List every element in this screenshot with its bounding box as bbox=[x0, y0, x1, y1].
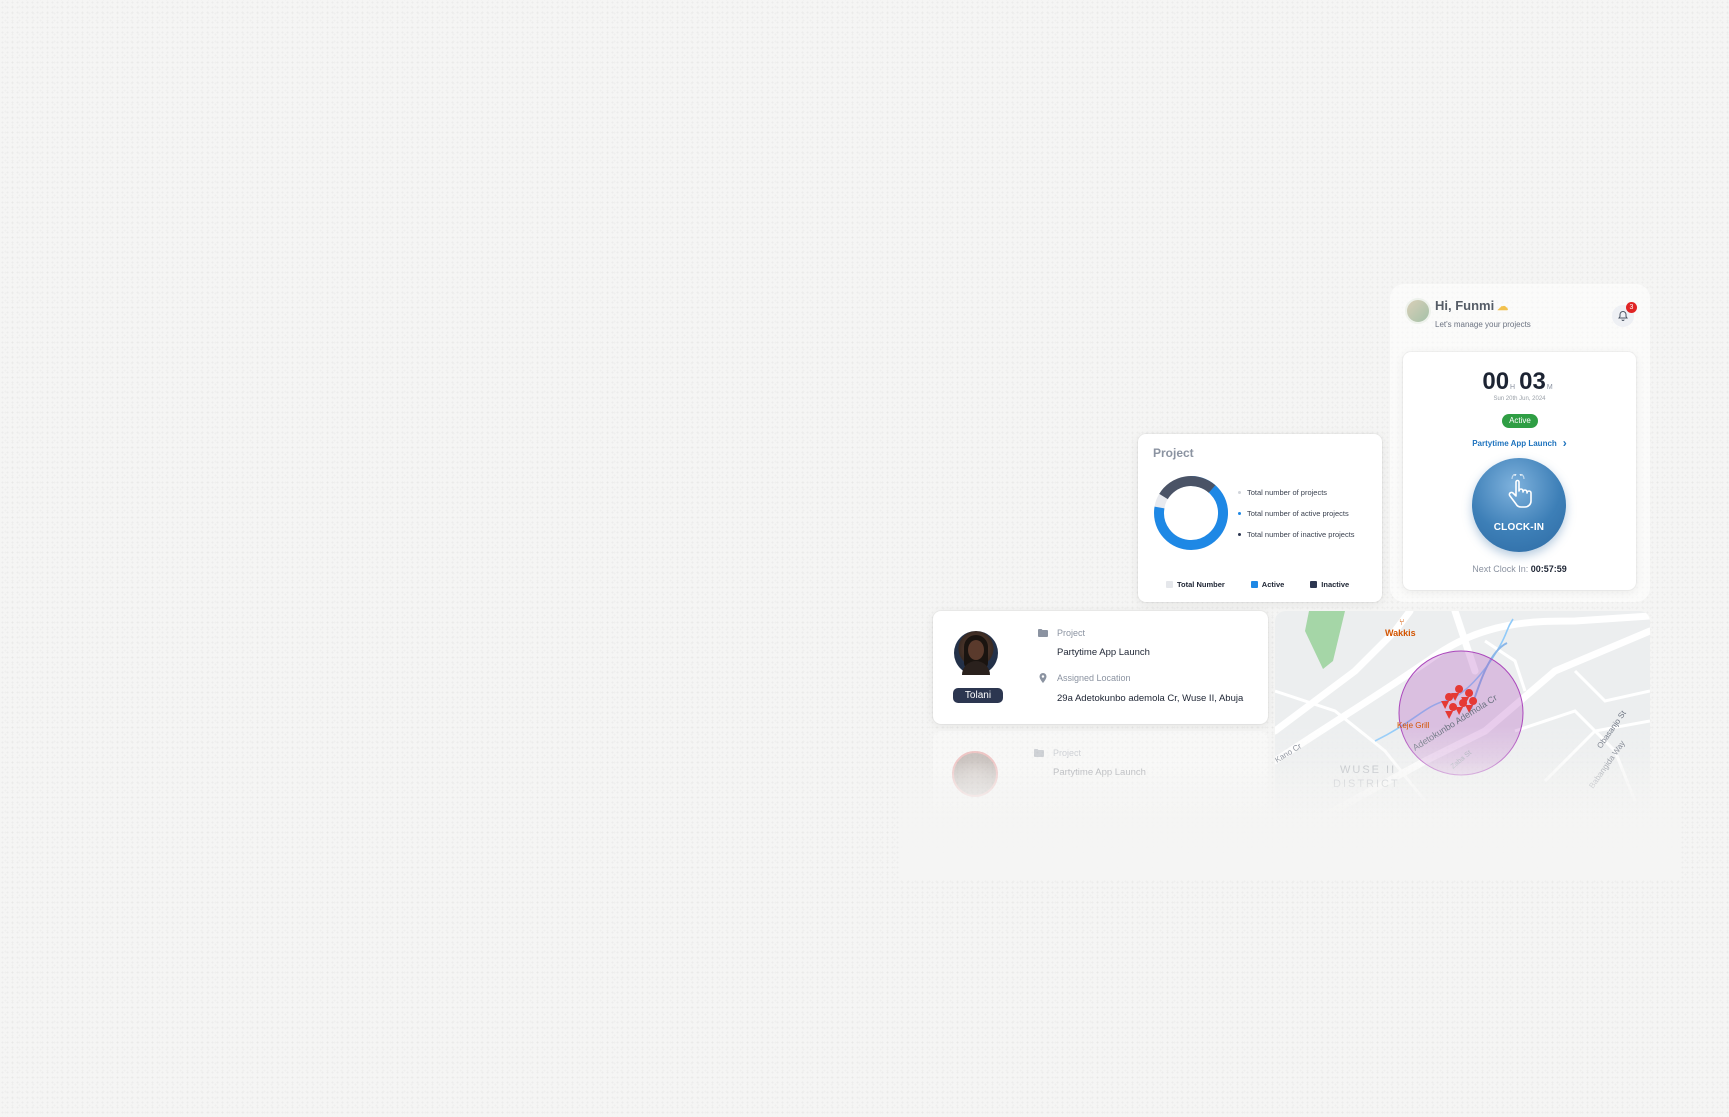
donut-inactive-segment bbox=[1159, 476, 1216, 500]
timer-hours: 00 bbox=[1482, 368, 1510, 395]
greeting-text: Hi, Funmi bbox=[1435, 298, 1495, 313]
employee-card[interactable]: Project Partytime App Launch bbox=[933, 731, 1268, 831]
greeting-title: Hi, Funmi ☁ bbox=[1435, 298, 1508, 313]
legend-active: Active bbox=[1250, 580, 1285, 589]
status-badge: Active bbox=[1502, 414, 1538, 428]
location-value: 29a Adetokunbo ademola Cr, Wuse II, Abuj… bbox=[1057, 693, 1244, 704]
folder-icon bbox=[1034, 749, 1044, 757]
greeting-subtitle: Let's manage your projects bbox=[1435, 320, 1531, 329]
location-pin-icon bbox=[1039, 673, 1047, 683]
project-link[interactable]: Partytime App Launch › bbox=[1403, 436, 1636, 450]
metric-dot bbox=[1238, 533, 1241, 536]
timer-hours-unit: H bbox=[1510, 384, 1516, 391]
legend-label: Active bbox=[1261, 580, 1285, 589]
metric-label: Total number of inactive projects bbox=[1247, 530, 1355, 539]
location-map[interactable]: Wakkis ⑂ Keje Grill Adetokunbo Ademola C… bbox=[1275, 611, 1650, 821]
legend-label: Total Number bbox=[1177, 580, 1225, 589]
metric-dot bbox=[1238, 512, 1241, 515]
timer-display: 00H 03M bbox=[1403, 368, 1636, 396]
sun-icon: ☁ bbox=[1497, 301, 1509, 313]
user-avatar[interactable] bbox=[1405, 298, 1431, 324]
chevron-right-icon: › bbox=[1562, 436, 1567, 450]
legend-swatch bbox=[1166, 581, 1173, 588]
project-metrics-list: Total number of projects Total number of… bbox=[1238, 482, 1355, 545]
clock-date: Sun 20th Jun, 2024 bbox=[1493, 396, 1546, 402]
chart-legend: Total Number Active Inactive bbox=[1166, 580, 1349, 589]
map-label-district: WUSE II bbox=[1340, 764, 1396, 776]
next-clock-time: 00:57:59 bbox=[1530, 564, 1567, 574]
employee-avatar bbox=[954, 631, 998, 675]
metric-active: Total number of active projects bbox=[1238, 503, 1355, 524]
clock-in-button[interactable]: CLOCK-IN bbox=[1472, 458, 1566, 552]
legend-label: Inactive bbox=[1321, 580, 1350, 589]
metric-inactive: Total number of inactive projects bbox=[1238, 524, 1355, 545]
clock-card: 00H 03M Sun 20th Jun, 2024 Active Partyti… bbox=[1403, 352, 1636, 590]
hand-pointer-icon bbox=[1508, 474, 1532, 508]
legend-swatch bbox=[1250, 581, 1258, 588]
project-chart-title: Project bbox=[1153, 446, 1194, 460]
employee-name-badge: Tolani bbox=[953, 688, 1003, 703]
map-label-district2: DISTRICT bbox=[1333, 778, 1400, 790]
project-donut-chart bbox=[1154, 476, 1229, 550]
metric-total: Total number of projects bbox=[1238, 482, 1355, 503]
next-clock-label: Next Clock In: bbox=[1472, 564, 1529, 574]
folder-icon bbox=[1038, 629, 1048, 637]
map-label-wakkis: Wakkis bbox=[1385, 628, 1416, 638]
notification-badge: 3 bbox=[1626, 302, 1637, 313]
legend-total: Total Number bbox=[1166, 580, 1225, 589]
project-label: Project bbox=[1057, 628, 1086, 638]
project-name: Partytime App Launch bbox=[1053, 767, 1146, 778]
timer-minutes-unit: M bbox=[1546, 384, 1553, 391]
clock-in-label: CLOCK-IN bbox=[1493, 522, 1545, 533]
employee-card[interactable]: Tolani Project Partytime App Launch Assi… bbox=[933, 611, 1268, 724]
legend-swatch bbox=[1310, 581, 1318, 588]
metric-dot bbox=[1238, 491, 1241, 494]
project-label: Project bbox=[1053, 748, 1082, 758]
metric-label: Total number of projects bbox=[1247, 488, 1328, 497]
employee-avatar bbox=[952, 751, 998, 797]
metric-label: Total number of active projects bbox=[1247, 509, 1349, 518]
project-link-label: Partytime App Launch bbox=[1472, 439, 1557, 448]
restaurant-icon: ⑂ bbox=[1399, 617, 1404, 627]
location-label: Assigned Location bbox=[1057, 673, 1131, 683]
next-clock-in: Next Clock In: 00:57:59 bbox=[1403, 564, 1636, 574]
project-chart-card: Project Total number of projects Total n… bbox=[1138, 434, 1382, 602]
legend-inactive: Inactive bbox=[1310, 580, 1349, 589]
map-label-keje-grill: Keje Grill bbox=[1397, 721, 1430, 730]
project-name: Partytime App Launch bbox=[1057, 647, 1150, 658]
timer-minutes: 03 bbox=[1519, 368, 1546, 395]
map-canvas[interactable]: Wakkis ⑂ Keje Grill Adetokunbo Ademola C… bbox=[1275, 611, 1650, 821]
